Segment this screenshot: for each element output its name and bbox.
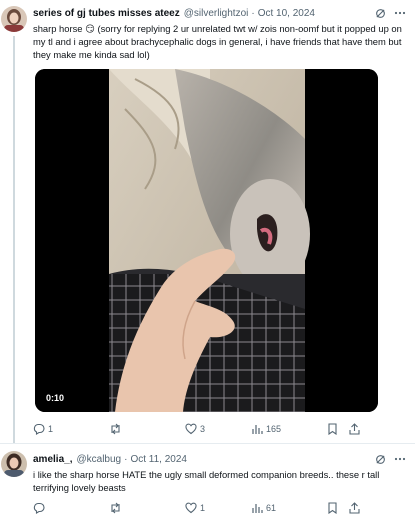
share-button[interactable] [349,423,360,435]
bookmark-icon [328,502,337,514]
like-count: 3 [200,424,206,434]
timestamp[interactable]: Oct 10, 2024 [258,8,315,19]
bookmark-button[interactable] [327,502,349,514]
views-button[interactable]: 61 [251,502,327,514]
video-player[interactable]: 0:10 [35,69,378,412]
tweet-1[interactable]: series of gj tubes misses ateez @silverl… [0,0,415,443]
grok-icon[interactable] [373,6,387,20]
separator: · [124,453,128,465]
like-button[interactable]: 1 [185,502,251,514]
views-icon [252,504,263,513]
timestamp[interactable]: Oct 11, 2024 [130,454,187,465]
user-handle[interactable]: @silverlightzoi [184,8,249,19]
retweet-icon [111,502,120,514]
tweet-2[interactable]: amelia_, @kcalbug · Oct 11, 2024 i like … [0,444,415,514]
share-icon [349,502,360,514]
views-icon [252,425,263,434]
share-button[interactable] [349,502,360,514]
avatar[interactable] [1,6,27,32]
more-icon[interactable] [393,452,407,466]
display-name[interactable]: amelia_, [33,454,72,465]
views-button[interactable]: 165 [251,423,327,435]
share-icon [349,423,360,435]
reply-button[interactable] [33,502,109,514]
reply-icon [33,502,45,514]
view-count: 165 [266,424,282,434]
grok-icon[interactable] [373,452,387,466]
bookmark-button[interactable] [327,423,349,435]
avatar[interactable] [1,451,27,477]
tweet-text: sharp horse 😏 (sorry for replying 2 ur u… [33,23,402,60]
video-duration: 0:10 [46,393,65,403]
separator: · [251,7,255,19]
video-frame [35,69,378,412]
tweet-text: i like the sharp horse HATE the ugly sma… [33,469,380,493]
more-icon[interactable] [393,6,407,20]
user-handle[interactable]: @kcalbug [76,454,121,465]
heart-icon [185,423,197,435]
reply-button[interactable]: 1 [33,423,109,435]
bookmark-icon [328,423,337,435]
like-button[interactable]: 3 [185,423,251,435]
retweet-button[interactable] [109,423,185,435]
heart-icon [185,502,197,514]
retweet-button[interactable] [109,502,185,514]
display-name[interactable]: series of gj tubes misses ateez [33,8,180,19]
reply-count: 1 [48,424,54,434]
retweet-icon [111,423,120,435]
reply-icon [33,423,45,435]
